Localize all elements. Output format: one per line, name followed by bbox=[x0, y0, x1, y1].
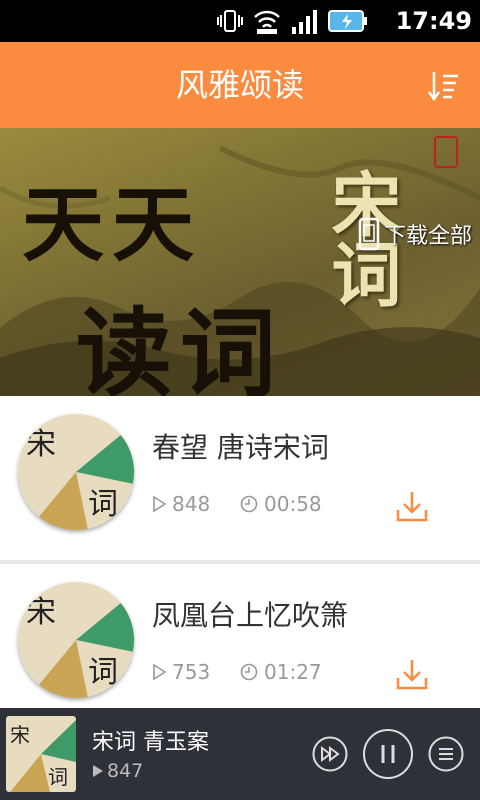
download-button[interactable] bbox=[394, 656, 430, 692]
clock-icon bbox=[240, 495, 258, 513]
item-title: 凤凰台上忆吹箫 bbox=[152, 599, 349, 632]
svg-text:词: 词 bbox=[48, 765, 68, 789]
list-item[interactable]: 宋 词 春望 唐诗宋词 848 00:58 bbox=[0, 396, 480, 560]
sort-list-icon bbox=[427, 72, 458, 102]
play-icon bbox=[153, 664, 166, 680]
pause-button[interactable] bbox=[362, 728, 414, 784]
download-all-button[interactable]: 下载全部 bbox=[358, 216, 472, 252]
download-all-label: 下载全部 bbox=[383, 224, 472, 249]
svg-text:宋: 宋 bbox=[26, 595, 56, 630]
svg-text:宋: 宋 bbox=[10, 723, 30, 747]
battery-icon bbox=[328, 10, 367, 32]
download-button[interactable] bbox=[394, 488, 430, 524]
cover-image: 宋 词 bbox=[18, 414, 134, 530]
play-icon bbox=[153, 496, 166, 512]
phone-icon bbox=[358, 217, 380, 251]
play-count: 753 bbox=[152, 660, 210, 684]
fast-forward-button[interactable] bbox=[312, 736, 348, 776]
clock-icon bbox=[240, 663, 258, 681]
play-count-value: 848 bbox=[172, 492, 211, 516]
now-playing-title: 宋词 青玉案 bbox=[92, 730, 209, 755]
signal-icon bbox=[292, 10, 317, 34]
list-item[interactable]: 宋 词 凤凰台上忆吹箫 753 01:27 bbox=[0, 564, 480, 728]
sort-button[interactable] bbox=[426, 68, 462, 104]
download-icon bbox=[396, 660, 428, 690]
play-count-value: 753 bbox=[172, 660, 211, 684]
duration-value: 01:27 bbox=[264, 660, 322, 684]
status-icons bbox=[216, 6, 368, 36]
svg-text:词: 词 bbox=[88, 655, 118, 690]
seal-stamp bbox=[434, 136, 458, 168]
play-icon bbox=[93, 765, 103, 777]
play-count: 848 bbox=[152, 492, 210, 516]
wifi-icon bbox=[254, 10, 280, 34]
pause-icon bbox=[363, 729, 413, 779]
duration: 00:58 bbox=[240, 492, 322, 516]
menu-icon bbox=[428, 736, 464, 772]
fast-forward-icon bbox=[312, 736, 348, 772]
status-bar: 17:49 bbox=[0, 0, 480, 42]
now-playing-plays-value: 847 bbox=[107, 760, 144, 782]
cover-image: 宋 词 bbox=[18, 582, 134, 698]
now-playing-plays: 847 bbox=[92, 760, 143, 782]
mini-player[interactable]: 宋 词 宋词 青玉案 847 bbox=[0, 708, 480, 800]
player-cover-image: 宋 词 bbox=[6, 716, 76, 792]
svg-text:宋: 宋 bbox=[26, 427, 56, 462]
svg-text:词: 词 bbox=[88, 487, 118, 522]
vibrate-icon bbox=[217, 10, 243, 32]
page-title: 风雅颂读 bbox=[175, 66, 304, 104]
status-time: 17:49 bbox=[395, 7, 472, 35]
banner-headline-1: 天天 bbox=[22, 177, 203, 273]
item-title: 春望 唐诗宋词 bbox=[152, 431, 329, 464]
duration-value: 00:58 bbox=[264, 492, 322, 516]
banner-headline-2: 读词 bbox=[76, 297, 284, 396]
duration: 01:27 bbox=[240, 660, 322, 684]
playlist-button[interactable] bbox=[428, 736, 464, 776]
banner[interactable]: 天天 读词 宋词 下载全部 bbox=[0, 128, 480, 396]
app-header: 风雅颂读 bbox=[0, 42, 480, 128]
download-icon bbox=[396, 492, 428, 522]
